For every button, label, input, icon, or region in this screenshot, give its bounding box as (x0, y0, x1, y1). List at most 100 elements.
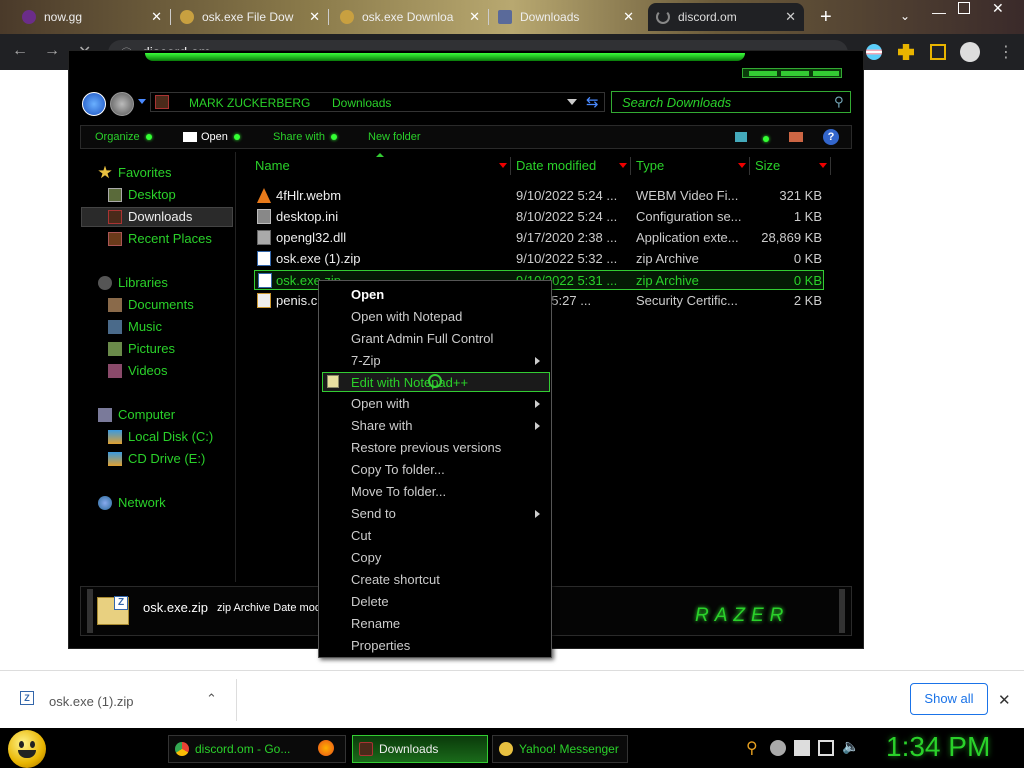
menu-item-delete[interactable]: Delete (351, 594, 389, 609)
profile-avatar-icon[interactable] (960, 42, 980, 62)
column-divider[interactable] (749, 157, 750, 175)
nav-desktop[interactable]: Desktop (108, 187, 176, 202)
tab-discord-active[interactable]: discord.om ✕ (648, 3, 804, 31)
network-tray-icon[interactable] (818, 740, 834, 756)
start-smiley-icon[interactable] (8, 730, 46, 768)
forward-nav-icon[interactable] (110, 92, 134, 116)
tab-osk-download[interactable]: osk.exe Downloa ✕ (332, 3, 489, 31)
tab-now-gg[interactable]: now.gg ✕ (14, 3, 171, 31)
taskbar-clock[interactable]: 1:34 PM (886, 731, 990, 763)
menu-item-share-with[interactable]: Share with (351, 418, 412, 433)
nav-favorites[interactable]: Favorites (98, 165, 171, 180)
nav-cd-drive[interactable]: CD Drive (E:) (108, 451, 205, 466)
menu-item-open-with[interactable]: Open with (351, 396, 410, 411)
open-button[interactable]: Open (183, 131, 240, 143)
tab-search-chevron-icon[interactable]: ⌄ (900, 9, 910, 23)
search-tray-icon[interactable]: ⚲ (746, 738, 758, 758)
forward-arrow-icon[interactable]: → (44, 42, 60, 60)
close-window-button[interactable]: ✕ (992, 0, 1004, 17)
extensions-puzzle-icon[interactable] (898, 44, 914, 60)
menu-item-edit-notepad-plus-plus[interactable]: Edit with Notepad++ (351, 375, 468, 390)
close-download-bar-icon[interactable]: ✕ (998, 691, 1011, 709)
show-all-button[interactable]: Show all (910, 683, 988, 715)
menu-item-move-to-folder[interactable]: Move To folder... (351, 484, 446, 499)
refresh-icon[interactable]: ⇆ (586, 93, 599, 111)
tab-osk-file[interactable]: osk.exe File Dow ✕ (172, 3, 329, 31)
close-tab-icon[interactable]: ✕ (469, 9, 480, 25)
new-folder-button[interactable]: New folder (368, 131, 421, 143)
column-date-modified[interactable]: Date modified (516, 158, 596, 173)
help-icon[interactable]: ? (823, 129, 839, 145)
tray-app-icon[interactable] (770, 740, 786, 756)
taskbar-item-downloads[interactable]: Downloads (352, 735, 488, 763)
explorer-address-bar[interactable]: MARK ZUCKERBERG Downloads (150, 92, 605, 112)
close-window-button[interactable] (813, 71, 839, 76)
menu-item-open[interactable]: Open (351, 287, 384, 302)
history-dropdown-icon[interactable] (138, 99, 146, 104)
nav-documents[interactable]: Documents (108, 297, 194, 312)
nav-pane-divider[interactable] (235, 152, 236, 582)
menu-kebab-icon[interactable]: ⋮ (998, 42, 1014, 62)
nav-recent-places[interactable]: Recent Places (108, 231, 212, 246)
menu-item-rename[interactable]: Rename (351, 616, 400, 631)
address-dropdown-icon[interactable] (567, 99, 577, 105)
size-filter-arrow-icon[interactable] (819, 163, 827, 168)
breadcrumb-downloads[interactable]: Downloads (332, 96, 391, 110)
nav-music[interactable]: Music (108, 319, 162, 334)
menu-item-create-shortcut[interactable]: Create shortcut (351, 572, 440, 587)
search-downloads-input[interactable]: Search Downloads ⚲ (611, 91, 851, 113)
file-row[interactable]: opengl32.dll 9/17/2020 2:38 ... Applicat… (254, 228, 824, 248)
name-filter-arrow-icon[interactable] (499, 163, 507, 168)
change-view-icon[interactable] (735, 132, 747, 142)
tab-downloads[interactable]: Downloads ✕ (490, 3, 642, 31)
menu-item-send-to[interactable]: Send to (351, 506, 396, 521)
side-panel-icon[interactable] (930, 44, 946, 60)
volume-icon[interactable]: 🔈 (842, 738, 859, 755)
column-name[interactable]: Name (255, 158, 290, 173)
file-row[interactable]: desktop.ini 8/10/2022 5:24 ... Configura… (254, 207, 824, 227)
file-row[interactable]: osk.exe (1).zip 9/10/2022 5:32 ... zip A… (254, 249, 824, 269)
menu-item-grant-admin[interactable]: Grant Admin Full Control (351, 331, 493, 346)
menu-item-open-with-notepad[interactable]: Open with Notepad (351, 309, 462, 324)
nav-network[interactable]: Network (98, 495, 166, 510)
view-dropdown-icon[interactable] (757, 130, 769, 148)
back-arrow-icon[interactable]: ← (12, 42, 28, 60)
column-size[interactable]: Size (755, 158, 780, 173)
close-tab-icon[interactable]: ✕ (151, 9, 162, 25)
organize-button[interactable]: Organize (95, 131, 152, 143)
column-divider[interactable] (830, 157, 831, 175)
new-tab-button[interactable]: + (820, 6, 832, 29)
preview-pane-icon[interactable] (789, 132, 803, 142)
nav-downloads[interactable]: Downloads (108, 209, 192, 224)
extension-flag-icon[interactable] (866, 44, 882, 60)
share-with-button[interactable]: Share with (273, 131, 337, 143)
menu-item-restore-versions[interactable]: Restore previous versions (351, 440, 501, 455)
nav-pictures[interactable]: Pictures (108, 341, 175, 356)
taskbar-item-yahoo[interactable]: Yahoo! Messenger (492, 735, 628, 763)
minimize-window-button[interactable] (749, 71, 777, 76)
nav-videos[interactable]: Videos (108, 363, 168, 378)
download-filename[interactable]: osk.exe (1).zip (49, 694, 134, 709)
nav-libraries[interactable]: Libraries (98, 275, 168, 290)
file-row[interactable]: 4fHlr.webm 9/10/2022 5:24 ... WEBM Video… (254, 186, 824, 206)
nav-local-disk[interactable]: Local Disk (C:) (108, 429, 213, 444)
column-divider[interactable] (630, 157, 631, 175)
breadcrumb-user[interactable]: MARK ZUCKERBERG (189, 96, 310, 110)
minimize-window-button[interactable]: — (932, 4, 946, 20)
menu-item-properties[interactable]: Properties (351, 638, 410, 653)
back-nav-icon[interactable] (82, 92, 106, 116)
column-type[interactable]: Type (636, 158, 664, 173)
close-tab-icon[interactable]: ✕ (623, 9, 634, 25)
maximize-window-button[interactable] (781, 71, 809, 76)
nav-computer[interactable]: Computer (98, 407, 175, 422)
type-filter-arrow-icon[interactable] (738, 163, 746, 168)
menu-item-cut[interactable]: Cut (351, 528, 371, 543)
date-filter-arrow-icon[interactable] (619, 163, 627, 168)
restore-window-button[interactable] (958, 2, 970, 14)
close-tab-icon[interactable]: ✕ (309, 9, 320, 25)
search-icon[interactable]: ⚲ (834, 94, 844, 110)
download-options-chevron-icon[interactable]: ⌃ (206, 691, 217, 707)
close-tab-icon[interactable]: ✕ (785, 9, 796, 25)
firefox-icon[interactable] (318, 740, 334, 756)
menu-item-copy[interactable]: Copy (351, 550, 381, 565)
